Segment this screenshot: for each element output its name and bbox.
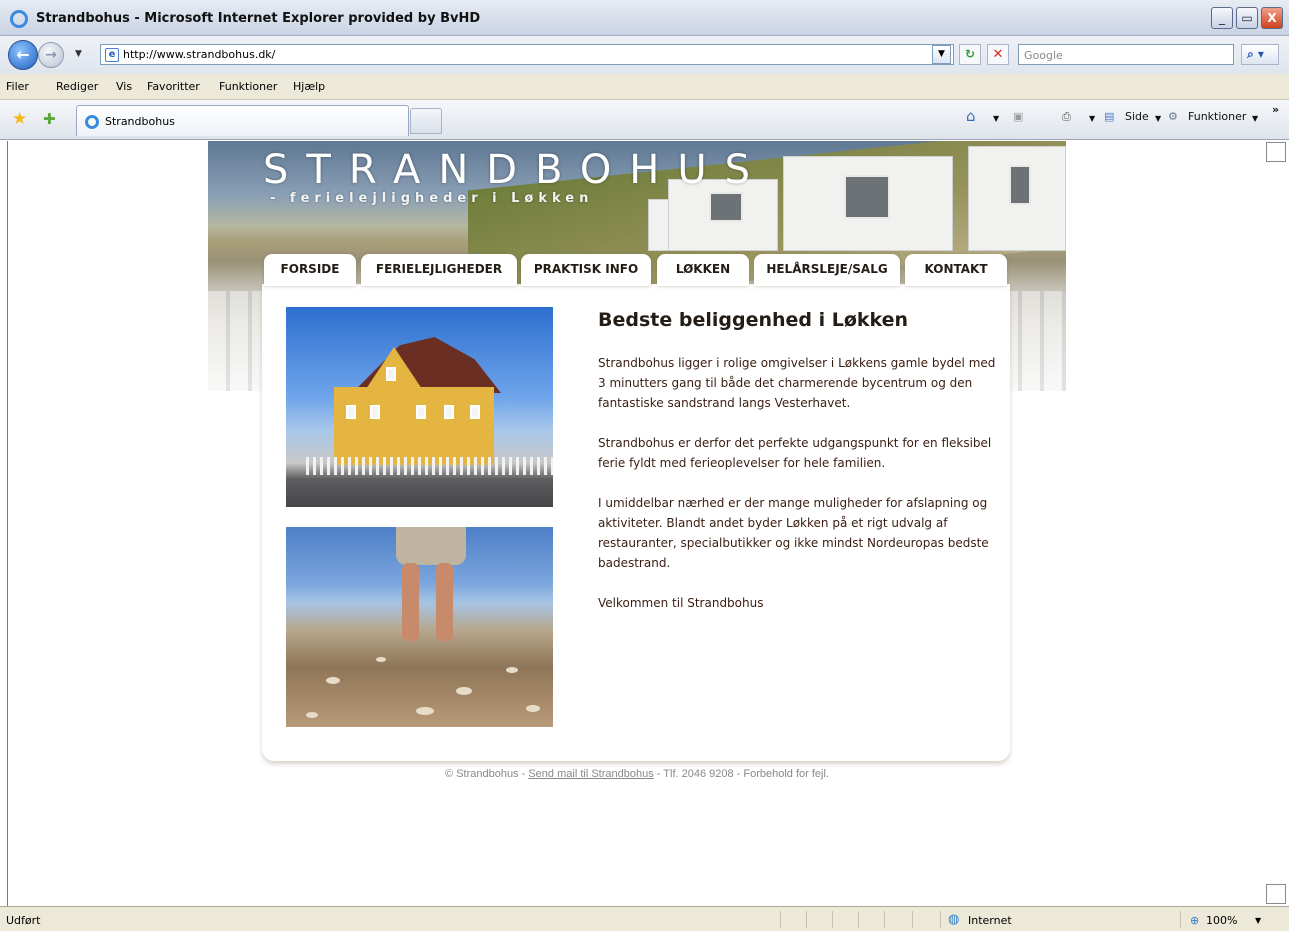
- zone-label: Internet: [968, 914, 1012, 927]
- footer-copyright: © Strandbohus -: [445, 768, 529, 780]
- zoom-dropdown-icon[interactable]: ▼: [1255, 916, 1261, 925]
- page-heading: Bedste beliggenhed i Løkken: [598, 309, 909, 331]
- site-title: STRANDBOHUS: [263, 147, 769, 193]
- site-footer: © Strandbohus - Send mail til Strandbohu…: [0, 768, 1274, 780]
- tools-dropdown-icon[interactable]: ▼: [1252, 114, 1258, 123]
- title-bar: Strandbohus - Microsoft Internet Explore…: [0, 0, 1289, 36]
- tab-strandbohus[interactable]: Strandbohus: [76, 105, 409, 136]
- side-menu-button[interactable]: Side: [1125, 110, 1149, 123]
- back-button[interactable]: ←: [8, 40, 38, 70]
- status-bar: Udført ◍ Internet ⊕ 100% ▼: [0, 906, 1289, 931]
- home-icon[interactable]: ⌂: [966, 107, 976, 125]
- url-input[interactable]: e http://www.strandbohus.dk/: [100, 44, 954, 65]
- nav-tab-helaarsleje-salg[interactable]: HELÅRSLEJE/SALG: [754, 254, 900, 286]
- ie-tab-icon: [85, 115, 99, 129]
- forward-button[interactable]: →: [38, 42, 64, 68]
- minimize-button[interactable]: _: [1211, 7, 1233, 29]
- mail-link[interactable]: Send mail til Strandbohus: [528, 768, 653, 780]
- paragraph-3: I umiddelbar nærhed er der mange mulighe…: [598, 496, 989, 570]
- search-button[interactable]: ⌕ ▾: [1241, 44, 1279, 65]
- page-icon: e: [105, 48, 119, 62]
- menu-filer[interactable]: Filer: [6, 80, 29, 93]
- address-bar: ← → ▼ e http://www.strandbohus.dk/ ▼ ↻ ✕…: [0, 36, 1289, 74]
- site-subtitle: - ferielejligheder i Løkken: [270, 191, 594, 206]
- home-dropdown-icon[interactable]: ▼: [993, 114, 999, 123]
- paragraph-4: Velkommen til Strandbohus: [598, 596, 764, 610]
- maximize-button[interactable]: ▭: [1236, 7, 1258, 29]
- ie-logo-icon: [10, 10, 28, 28]
- paragraph-1: Strandbohus ligger i rolige omgivelser i…: [598, 356, 996, 410]
- url-text: http://www.strandbohus.dk/: [123, 48, 276, 61]
- page-menu-icon: ▤: [1104, 110, 1115, 123]
- refresh-button[interactable]: ↻: [959, 44, 981, 65]
- nav-tab-kontakt[interactable]: KONTAKT: [905, 254, 1007, 286]
- favorites-star-icon[interactable]: ★: [12, 109, 27, 129]
- recent-pages-dropdown-icon[interactable]: ▼: [75, 49, 82, 59]
- stop-button[interactable]: ✕: [987, 44, 1009, 65]
- menu-favoritter[interactable]: Favoritter: [147, 80, 200, 93]
- add-favorite-icon[interactable]: ✚: [43, 110, 56, 128]
- url-dropdown-button[interactable]: ▼: [932, 45, 951, 64]
- menu-vis[interactable]: Vis: [116, 80, 132, 93]
- menu-hjaelp[interactable]: Hjælp: [293, 80, 325, 93]
- feeds-icon[interactable]: ▣: [1013, 110, 1023, 123]
- new-tab-button[interactable]: [410, 108, 442, 134]
- paragraph-2: Strandbohus er derfor det perfekte udgan…: [598, 436, 992, 470]
- tab-label: Strandbohus: [105, 115, 175, 128]
- nav-tab-ferielejligheder[interactable]: FERIELEJLIGHEDER: [361, 254, 517, 286]
- status-text: Udført: [6, 914, 41, 927]
- close-button[interactable]: X: [1261, 7, 1283, 29]
- print-dropdown-icon[interactable]: ▼: [1089, 114, 1095, 123]
- toolbar-overflow-icon[interactable]: »: [1272, 103, 1279, 116]
- zoom-icon: ⊕: [1190, 914, 1200, 927]
- scrollbar-bottom[interactable]: [1266, 884, 1286, 904]
- side-dropdown-icon[interactable]: ▼: [1155, 114, 1161, 123]
- scrollbar-top[interactable]: [1266, 142, 1286, 162]
- zoom-level[interactable]: 100%: [1206, 914, 1237, 927]
- nav-tab-praktisk-info[interactable]: PRAKTISK INFO: [521, 254, 651, 286]
- menu-bar: Filer Rediger Vis Favoritter Funktioner …: [0, 74, 1289, 100]
- search-input[interactable]: Google: [1018, 44, 1234, 65]
- tools-menu-button[interactable]: Funktioner: [1188, 110, 1246, 123]
- nav-tab-forside[interactable]: FORSIDE: [264, 254, 356, 286]
- nav-tab-lokken[interactable]: LØKKEN: [657, 254, 749, 286]
- footer-contact: - Tlf. 2046 9208 - Forbehold for fejl.: [653, 768, 829, 780]
- gear-icon: ⚙: [1168, 110, 1178, 123]
- beach-photo: [286, 527, 553, 727]
- globe-icon: ◍: [948, 912, 960, 927]
- menu-funktioner[interactable]: Funktioner: [219, 80, 277, 93]
- house-photo: [286, 307, 553, 507]
- command-bar: ★ ✚ Strandbohus ⌂ ▼ ▣ ⎙ ▼ ▤ Side ▼ ⚙ Fun…: [0, 100, 1289, 140]
- search-placeholder: Google: [1024, 49, 1063, 62]
- menu-rediger[interactable]: Rediger: [56, 80, 98, 93]
- window-title: Strandbohus - Microsoft Internet Explore…: [36, 11, 481, 26]
- print-icon[interactable]: ⎙: [1062, 110, 1071, 124]
